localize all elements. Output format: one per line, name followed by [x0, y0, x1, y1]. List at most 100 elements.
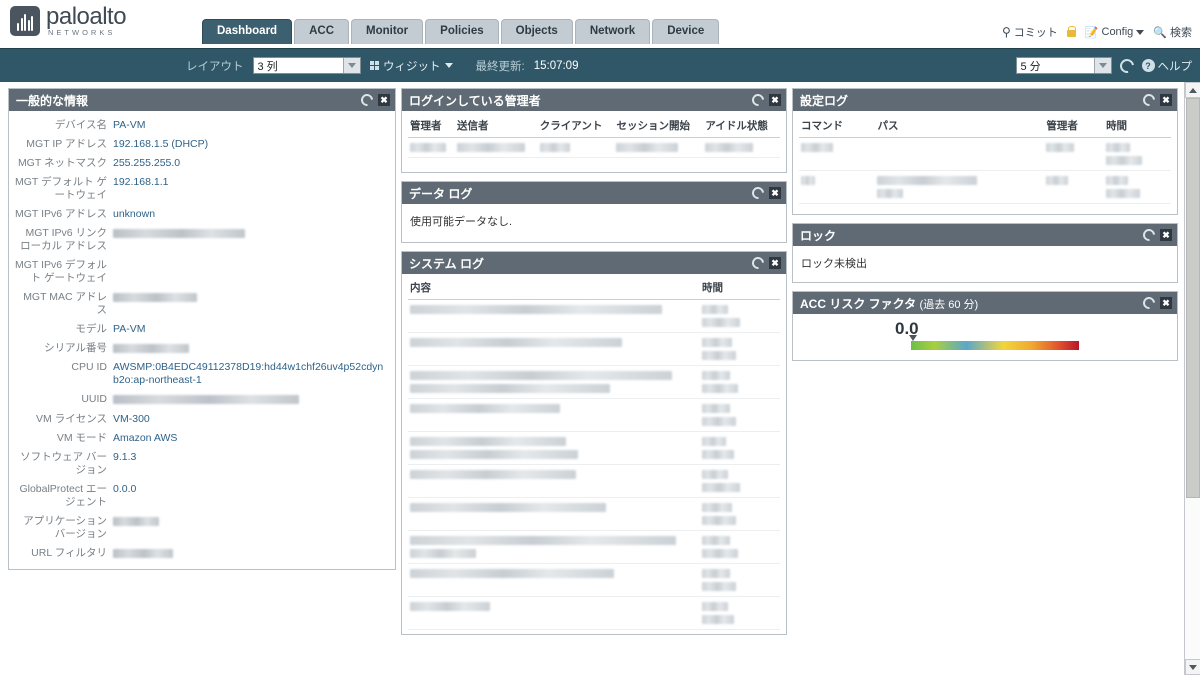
general-info-key: UUID — [81, 393, 107, 406]
refresh-icon[interactable] — [749, 91, 767, 109]
help-label: ヘルプ — [1157, 60, 1193, 73]
table-cell — [700, 464, 780, 498]
redacted-value — [702, 582, 736, 591]
acc-risk-meter — [909, 335, 1177, 350]
general-info-row: GlobalProtect エージェント 0.0.0 — [15, 480, 389, 512]
general-info-key: VM ライセンス — [36, 412, 107, 425]
redacted-value — [702, 615, 734, 624]
redacted-value — [702, 404, 730, 413]
close-icon[interactable]: ✖ — [769, 187, 781, 199]
close-icon[interactable]: ✖ — [769, 257, 781, 269]
refresh-icon[interactable] — [749, 184, 767, 202]
paloalto-logo: paloalto NETWORKS — [10, 5, 127, 37]
logo-text: paloalto NETWORKS — [46, 5, 127, 37]
widget-title: ログインしている管理者 — [409, 93, 541, 108]
redacted-value — [113, 229, 245, 238]
table-row[interactable] — [799, 170, 1171, 204]
tab-device[interactable]: Device — [652, 19, 720, 44]
redacted-value — [1106, 176, 1129, 185]
table-cell — [700, 398, 780, 432]
close-icon[interactable]: ✖ — [1160, 229, 1172, 241]
chevron-down-icon[interactable] — [1093, 58, 1111, 73]
scrollbar-thumb[interactable] — [1185, 98, 1200, 498]
tab-monitor[interactable]: Monitor — [351, 19, 424, 44]
refresh-interval-value: 5 分 — [1020, 60, 1041, 73]
tab-objects[interactable]: Objects — [500, 19, 573, 44]
table-cell — [408, 596, 700, 630]
commit-button[interactable]: ⚲ コミット — [1002, 24, 1058, 40]
widget-header: システム ログ ✖ — [402, 252, 786, 274]
general-info-value — [113, 393, 299, 406]
table-row[interactable] — [408, 137, 780, 158]
redacted-value — [702, 483, 740, 492]
dashboard-column-2: ログインしている管理者 ✖ 管理者 送信者 クライアント セッション開始 アイドル状態 … — [401, 88, 787, 635]
search-button[interactable]: 🔍 検索 — [1153, 24, 1192, 40]
general-info-row: シリアル番号 — [15, 339, 389, 358]
redacted-value — [113, 516, 159, 526]
table-row[interactable] — [408, 365, 780, 399]
general-info-key: ソフトウェア バージョン — [20, 450, 107, 476]
refresh-icon[interactable] — [358, 91, 376, 109]
table-row[interactable] — [408, 398, 780, 432]
redacted-value — [702, 437, 726, 446]
close-icon[interactable]: ✖ — [1160, 94, 1172, 106]
redacted-value — [702, 338, 732, 347]
table-row[interactable] — [408, 299, 780, 333]
column-header: アイドル状態 — [703, 116, 780, 138]
table-row[interactable] — [408, 497, 780, 531]
scrollbar-track[interactable] — [1184, 98, 1200, 659]
widget-menu-button[interactable]: ウィジット — [369, 58, 453, 74]
tab-network[interactable]: Network — [574, 19, 651, 44]
table-cell — [614, 137, 704, 158]
refresh-interval-select[interactable]: 5 分 — [1015, 57, 1112, 74]
refresh-icon[interactable] — [1116, 55, 1137, 76]
scroll-down-button[interactable] — [1184, 659, 1200, 675]
system-log-table: 内容 時間 — [408, 278, 780, 630]
general-info-row: デバイス名 PA-VM — [15, 116, 389, 135]
page-scrollbar[interactable] — [1184, 82, 1200, 675]
general-info-row: VM ライセンス VM-300 — [15, 410, 389, 429]
tab-dashboard[interactable]: Dashboard — [202, 19, 293, 44]
close-icon[interactable]: ✖ — [769, 94, 781, 106]
widget-header: ロック ✖ — [793, 224, 1177, 246]
column-header: パス — [875, 116, 1045, 138]
risk-gradient-bar — [911, 341, 1079, 350]
refresh-icon[interactable] — [1140, 226, 1158, 244]
chevron-down-icon[interactable] — [342, 58, 360, 73]
general-info-row: MGT IPv6 アドレス unknown — [15, 205, 389, 224]
scroll-up-button[interactable] — [1184, 82, 1200, 98]
layout-select[interactable]: 3 列 — [252, 57, 361, 74]
general-info-row: モデル PA-VM — [15, 320, 389, 339]
table-row[interactable] — [408, 596, 780, 630]
table-row[interactable] — [408, 431, 780, 465]
tab-acc[interactable]: ACC — [294, 19, 349, 44]
general-info-key: MGT IPv6 デフォルト ゲートウェイ — [15, 259, 107, 284]
redacted-value — [113, 395, 299, 405]
refresh-icon[interactable] — [749, 254, 767, 272]
redacted-value — [877, 189, 904, 198]
table-row[interactable] — [408, 530, 780, 564]
tab-policies[interactable]: Policies — [425, 19, 499, 44]
help-button[interactable]: ? ヘルプ — [1141, 58, 1193, 74]
refresh-icon[interactable] — [1140, 91, 1158, 109]
redacted-value — [702, 516, 736, 525]
table-cell — [1044, 170, 1105, 204]
toolbar-left: レイアウト 3 列 ウィジット 最終更新: 15:07:09 — [186, 57, 578, 74]
redacted-value — [702, 602, 728, 611]
general-info-key: URL フィルタリ — [31, 546, 107, 559]
refresh-icon[interactable] — [1140, 294, 1158, 312]
config-icon: 📝 — [1084, 26, 1099, 39]
table-row[interactable] — [408, 563, 780, 597]
general-information-list: デバイス名 PA-VM MGT IP アドレス 192.168.1.5 (DHCP) M… — [9, 111, 395, 569]
risk-pointer-icon — [909, 335, 917, 341]
lock-button[interactable] — [1066, 26, 1077, 37]
table-row[interactable] — [408, 332, 780, 366]
table-cell — [875, 137, 1045, 171]
close-icon[interactable]: ✖ — [1160, 297, 1172, 309]
close-icon[interactable]: ✖ — [378, 94, 390, 106]
table-row[interactable] — [408, 464, 780, 498]
table-cell — [700, 332, 780, 366]
config-menu[interactable]: 📝 Config — [1085, 26, 1145, 39]
table-row[interactable] — [799, 137, 1171, 171]
dashboard-column-1: 一般的な情報 ✖ デバイス名 PA-VM MGT IP アドレス 192.168.1.… — [8, 88, 396, 570]
